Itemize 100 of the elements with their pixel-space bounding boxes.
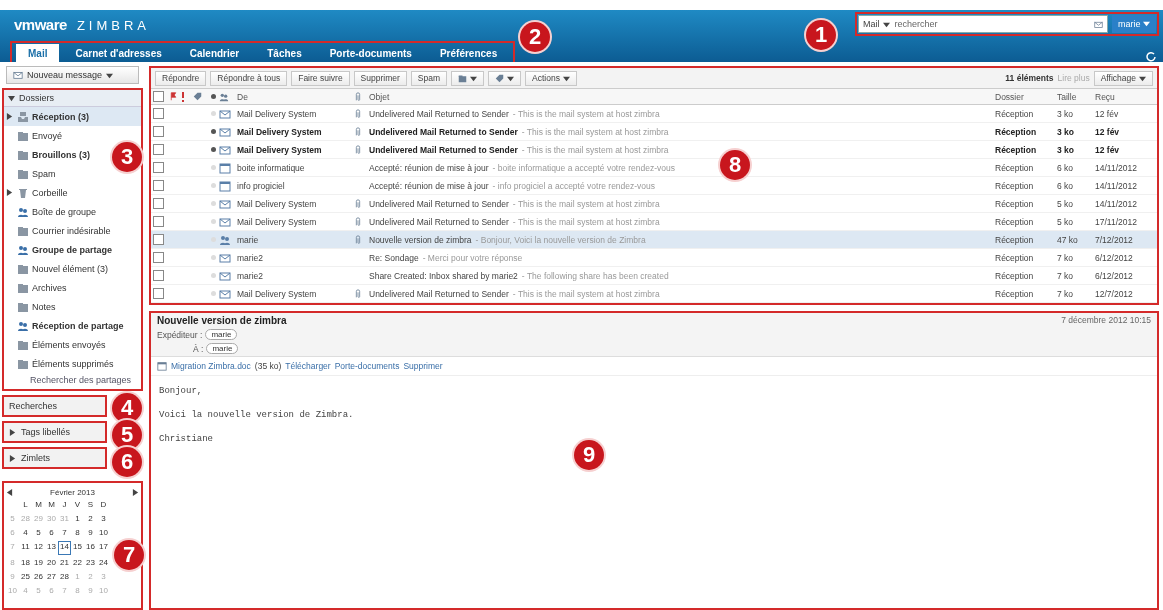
toolbar-button[interactable]: Spam [410, 70, 448, 86]
attachment-action-link[interactable]: Porte-documents [334, 361, 400, 371]
calendar-day[interactable]: 8 [71, 527, 84, 539]
calendar-day[interactable]: 3 [97, 513, 110, 525]
folder-item[interactable]: Spam [4, 164, 60, 183]
calendar-day[interactable]: 28 [58, 571, 71, 583]
searches-header[interactable]: Recherches [2, 395, 107, 417]
message-row[interactable]: marie2 Re: Sondage - Merci pour votre réponse Réception 7 ko 6/12/2012 [151, 249, 1157, 267]
calendar-day[interactable]: 4 [19, 527, 32, 539]
row-checkbox[interactable] [153, 252, 164, 263]
calendar-day[interactable]: 21 [58, 557, 71, 569]
folder-item[interactable]: Archives [4, 278, 71, 297]
calendar-day[interactable]: 6 [45, 527, 58, 539]
row-checkbox[interactable] [153, 234, 164, 245]
app-tab[interactable]: Porte-documents [317, 44, 424, 62]
toolbar-button[interactable]: Répondre [155, 70, 207, 86]
expand-arrow-icon[interactable] [9, 428, 16, 436]
calendar-day[interactable]: 11 [19, 541, 32, 553]
message-row[interactable]: marie Nouvelle version de zimbra - Bonjour, Voici la nouvelle version de Zimbra Réception 47 ko 7/12/2012 [151, 231, 1157, 249]
column-header[interactable]: Dossier [995, 91, 1057, 102]
folder-item[interactable]: Corbeille [4, 183, 72, 202]
folder-item[interactable]: Éléments supprimés [4, 354, 118, 373]
attachment-link[interactable]: Migration Zimbra.doc [171, 361, 251, 371]
search-scope[interactable]: Mail [862, 19, 880, 29]
column-header[interactable]: Objet [369, 91, 995, 102]
folder-item[interactable]: Groupe de partage [4, 240, 116, 259]
expand-arrow-icon[interactable] [6, 188, 13, 196]
row-checkbox[interactable] [153, 288, 164, 299]
expand-arrow-icon[interactable] [9, 454, 16, 462]
folder-item[interactable]: Nouvel élément (3) [4, 259, 113, 278]
calendar-day[interactable]: 1 [71, 513, 84, 525]
row-checkbox[interactable] [153, 144, 164, 155]
read-status-icon[interactable] [210, 129, 216, 134]
folder-item[interactable]: Brouillons (3) [4, 145, 94, 164]
sender-bubble[interactable]: marie [205, 329, 238, 340]
next-month-icon[interactable] [132, 488, 139, 496]
message-row[interactable]: info progiciel Accepté: réunion de mise à jour - info progiciel a accepté votre rendez-vous Réception 6 ko 14/11/2012 [151, 177, 1157, 195]
calendar-day[interactable]: 7 [58, 527, 71, 539]
folder-item[interactable]: Courrier indésirable [4, 221, 115, 240]
calendar-day[interactable]: 18 [19, 557, 32, 569]
row-checkbox[interactable] [153, 126, 164, 137]
app-tab[interactable]: Tâches [255, 44, 314, 62]
folder-item[interactable]: Notes [4, 297, 60, 316]
folder-item[interactable]: Envoyé [4, 126, 67, 145]
previous-month-icon[interactable] [6, 488, 13, 496]
calendar-day[interactable]: 2 [84, 513, 97, 525]
calendar-day[interactable]: 24 [97, 557, 110, 569]
read-status-icon[interactable] [210, 147, 216, 152]
row-checkbox[interactable] [153, 216, 164, 227]
folder-item[interactable]: Réception (3) [4, 107, 141, 126]
column-header[interactable]: Reçu [1095, 91, 1155, 102]
calendar-day[interactable]: 13 [45, 541, 58, 553]
collapse-arrow-icon[interactable] [8, 94, 15, 102]
recipient-bubble[interactable]: marie [206, 343, 239, 354]
calendar-day[interactable]: 14 [58, 541, 71, 555]
app-tab[interactable]: Préférences [427, 44, 510, 62]
calendar-day[interactable]: 23 [84, 557, 97, 569]
calendar-day[interactable]: 22 [71, 557, 84, 569]
calendar-day[interactable]: 9 [84, 527, 97, 539]
calendar-day[interactable]: 27 [45, 571, 58, 583]
row-checkbox[interactable] [153, 180, 164, 191]
attachment-action-link[interactable]: Télécharger [285, 361, 331, 371]
calendar-day[interactable]: 20 [45, 557, 58, 569]
zimlets-title[interactable]: Zimlets [21, 453, 50, 463]
tags-title[interactable]: Tags libellés [21, 427, 71, 437]
calendar-day[interactable]: 17 [97, 541, 110, 553]
row-checkbox[interactable] [153, 108, 164, 119]
folder-item[interactable]: Réception de partage [4, 316, 128, 335]
app-tab[interactable]: Carnet d'adresses [63, 44, 174, 62]
row-checkbox[interactable] [153, 162, 164, 173]
search-field[interactable]: Mail rechercher [857, 15, 1108, 33]
new-message-button[interactable]: Nouveau message [6, 66, 139, 84]
user-menu-button[interactable]: marie [1111, 15, 1156, 33]
app-tab[interactable]: Calendrier [177, 44, 252, 62]
search-shares-link[interactable]: Rechercher des partages [4, 373, 141, 389]
tag-button[interactable] [488, 70, 522, 86]
toolbar-button[interactable]: Répondre à tous [210, 70, 288, 86]
calendar-day[interactable]: 10 [97, 527, 110, 539]
message-row[interactable]: Mail Delivery System Undelivered Mail Returned to Sender - This is the mail system at host zimbra Réception 3 ko 12 fév [151, 105, 1157, 123]
message-row[interactable]: marie2 Share Created: Inbox shared by marie2 - The following share has been created Réception 7 ko 6/12/2012 [151, 267, 1157, 285]
attachment-action-link[interactable]: Supprimer [403, 361, 443, 371]
message-row[interactable]: Mail Delivery System Undelivered Mail Returned to Sender - This is the mail system at host zimbra Réception 3 ko 12 fév [151, 123, 1157, 141]
calendar-day[interactable]: 5 [32, 527, 45, 539]
actions-button[interactable]: Actions [525, 70, 577, 86]
calendar-day[interactable]: 12 [32, 541, 45, 553]
calendar-day[interactable]: 15 [71, 541, 84, 553]
folder-item[interactable]: Boîte de groupe [4, 202, 101, 221]
calendar-day[interactable]: 16 [84, 541, 97, 553]
folder-item[interactable]: Éléments envoyés [4, 335, 110, 354]
toolbar-button[interactable]: Faire suivre [291, 70, 350, 86]
view-button[interactable]: Affichage [1093, 70, 1153, 86]
row-checkbox[interactable] [153, 270, 164, 281]
column-header[interactable]: Taille [1057, 91, 1095, 102]
row-checkbox[interactable] [153, 198, 164, 209]
message-row[interactable]: Mail Delivery System Undelivered Mail Returned to Sender - This is the mail system at host zimbra Réception 5 ko 14/11/2012 [151, 195, 1157, 213]
expand-arrow-icon[interactable] [6, 112, 13, 120]
select-all-checkbox[interactable] [153, 91, 164, 102]
calendar-day[interactable]: 25 [19, 571, 32, 583]
app-tab[interactable]: Mail [16, 44, 60, 62]
column-header[interactable]: De [237, 91, 353, 102]
